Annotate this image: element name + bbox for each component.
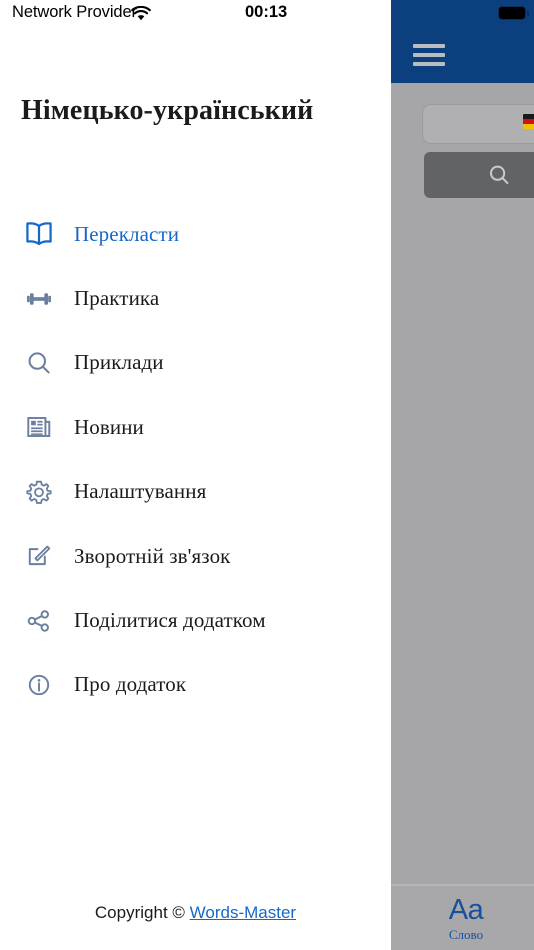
battery-full-icon [498, 6, 529, 20]
sidebar-item-label: Практика [74, 286, 160, 311]
sidebar-item-about[interactable]: Про додаток [0, 653, 391, 717]
gear-icon [22, 475, 56, 509]
tab-word-label: Слово [448, 927, 484, 942]
sidebar-item-practice[interactable]: Практика [0, 266, 391, 330]
search-icon [22, 346, 56, 380]
sidebar-item-label: Приклади [74, 350, 164, 375]
app-screen: Network Provider 00:13 Німецько-українсь… [0, 0, 534, 950]
footer-copyright: Copyright © Words-Master [0, 903, 391, 923]
sidebar-item-feedback[interactable]: Зворотній зв'язок [0, 524, 391, 588]
status-bar: Network Provider 00:13 [0, 0, 391, 30]
sidebar-item-label: Поділитися додатком [74, 608, 266, 633]
hamburger-menu-icon[interactable] [413, 44, 445, 66]
clock-label: 00:13 [245, 3, 288, 21]
search-input[interactable] [422, 104, 534, 144]
sidebar-item-news[interactable]: Новини [0, 395, 391, 459]
sidebar-item-share-app[interactable]: Поділитися додатком [0, 588, 391, 652]
sidebar-item-label: Перекласти [74, 221, 180, 246]
sidebar-item-translate[interactable]: Перекласти [0, 202, 391, 266]
words-master-link[interactable]: Words-Master [190, 903, 296, 922]
copyright-text: Copyright © [94, 903, 190, 922]
bottom-tab-bar: Aa Слово [391, 884, 534, 950]
edit-square-icon [22, 539, 56, 573]
book-open-icon [22, 217, 56, 251]
carrier-label: Network Provider [12, 3, 137, 21]
sidebar-item-examples[interactable]: Приклади [0, 331, 391, 395]
share-icon [22, 604, 56, 638]
navigation-drawer: Network Provider 00:13 Німецько-українсь… [0, 0, 391, 950]
german-flag-icon [523, 114, 534, 129]
tab-word-icon: Aa [448, 894, 484, 926]
info-circle-icon [22, 668, 56, 702]
sidebar-item-label: Про додаток [74, 672, 187, 697]
app-header [391, 0, 534, 83]
dumbbell-icon [22, 282, 56, 316]
search-button[interactable] [424, 152, 534, 198]
newspaper-icon [22, 410, 56, 444]
sidebar-item-label: Налаштування [74, 479, 207, 504]
drawer-menu: Перекласти Практика Приклади Новини Нала… [0, 202, 391, 717]
sidebar-item-label: Зворотній зв'язок [74, 543, 231, 568]
app-content-behind-drawer[interactable]: Aa Слово [391, 0, 534, 950]
page-title: Німецько-український [21, 95, 314, 126]
wifi-icon [131, 5, 151, 22]
sidebar-item-settings[interactable]: Налаштування [0, 460, 391, 524]
sidebar-item-label: Новини [74, 414, 144, 439]
tab-word[interactable]: Aa Слово [426, 894, 506, 943]
search-icon [490, 165, 509, 184]
